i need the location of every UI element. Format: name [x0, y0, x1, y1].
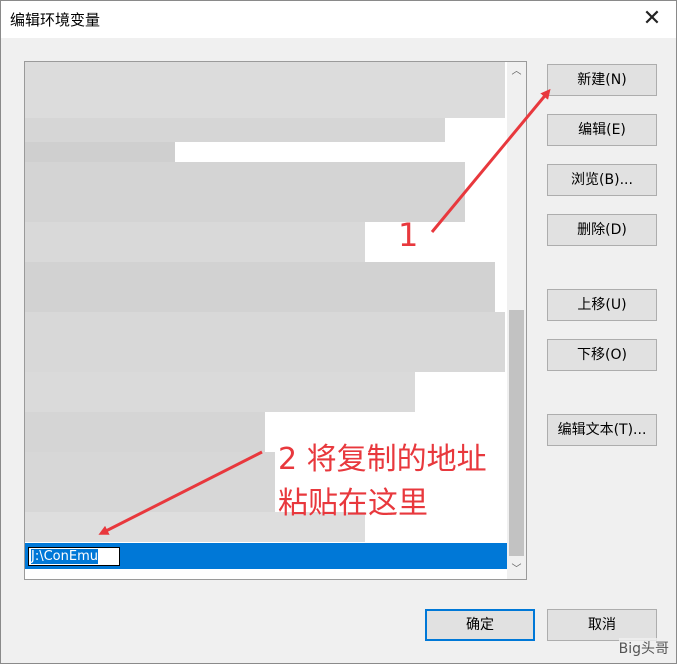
env-var-list[interactable]: J:\ConEmu ︿ ﹀: [24, 61, 527, 580]
annotation-step-2-line-2: 粘贴在这里: [278, 486, 428, 521]
edit-button[interactable]: 编辑(E): [547, 114, 657, 146]
annotation-step-1: 1: [398, 216, 419, 254]
window-title: 编辑环境变量: [10, 11, 101, 29]
watermark: Big头哥: [618, 638, 669, 658]
annotation-step-2-line-1: 2 将复制的地址: [278, 442, 487, 477]
edit-text-button[interactable]: 编辑文本(T)...: [547, 414, 657, 446]
close-icon[interactable]: ✕: [635, 2, 669, 36]
ok-button[interactable]: 确定: [425, 609, 535, 641]
path-edit-input[interactable]: J:\ConEmu: [28, 547, 120, 566]
scroll-up-icon[interactable]: ︿: [507, 62, 526, 81]
title-bar: 编辑环境变量 ✕: [0, 0, 677, 38]
move-down-button[interactable]: 下移(O): [547, 339, 657, 371]
browse-button[interactable]: 浏览(B)...: [547, 164, 657, 196]
new-button[interactable]: 新建(N): [547, 64, 657, 96]
scroll-down-icon[interactable]: ﹀: [507, 560, 526, 579]
vertical-scrollbar[interactable]: ︿ ﹀: [507, 62, 526, 579]
cancel-button[interactable]: 取消: [547, 609, 657, 641]
move-up-button[interactable]: 上移(U): [547, 289, 657, 321]
delete-button[interactable]: 删除(D): [547, 214, 657, 246]
path-edit-value: J:\ConEmu: [31, 549, 98, 564]
scrollbar-thumb[interactable]: [509, 310, 524, 556]
